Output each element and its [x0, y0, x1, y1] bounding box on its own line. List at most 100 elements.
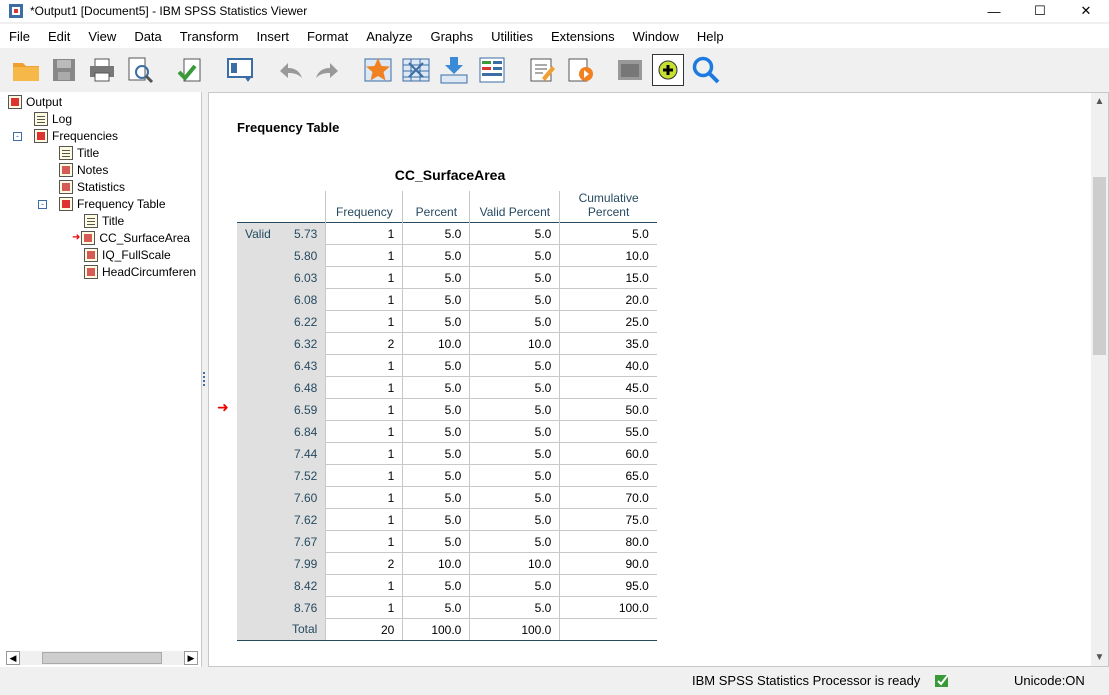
maximize-button[interactable]: ☐: [1017, 0, 1063, 22]
outline-item-iq-fullscale[interactable]: IQ_FullScale: [84, 246, 171, 263]
menu-graphs[interactable]: Graphs: [421, 29, 482, 44]
close-button[interactable]: ✕: [1063, 0, 1109, 22]
scroll-thumb[interactable]: [1093, 177, 1106, 355]
add-icon[interactable]: [652, 54, 684, 86]
table-cell: 5.0: [402, 398, 470, 421]
menu-help[interactable]: Help: [688, 29, 733, 44]
log-icon: [34, 111, 48, 126]
table-row: Valid 5.73 1 5.0 5.0 5.0: [237, 222, 657, 245]
current-item-arrow-icon: ➜: [217, 399, 229, 415]
title-icon: [59, 145, 73, 160]
outline-item-output[interactable]: Output: [8, 93, 62, 110]
table-cell: 5.0: [402, 420, 470, 443]
table-cell: 45.0: [559, 376, 657, 399]
table-cell: 35.0: [559, 332, 657, 355]
table-row: 8.42 1 5.0 5.0 95.0: [237, 574, 657, 597]
table-cell: 95.0: [559, 574, 657, 597]
content-vertical-scrollbar[interactable]: ▲ ▼: [1091, 93, 1108, 666]
table-cell: 15.0: [559, 266, 657, 289]
menu-extensions[interactable]: Extensions: [542, 29, 624, 44]
table-cell: 10.0: [402, 552, 470, 575]
section-heading[interactable]: Frequency Table: [237, 120, 339, 135]
outline-item-headcircumference[interactable]: HeadCircumferen: [84, 263, 196, 280]
collapse-icon[interactable]: -: [13, 132, 22, 141]
window-title: *Output1 [Document5] - IBM SPSS Statisti…: [30, 4, 308, 18]
export-icon[interactable]: [174, 54, 206, 86]
frequency-table[interactable]: Frequency Percent Valid Percent Cumulati…: [237, 191, 657, 641]
outline-item-title-2[interactable]: Title: [84, 212, 124, 229]
outline-item-notes[interactable]: Notes: [59, 161, 108, 178]
print-preview-icon[interactable]: [124, 54, 156, 86]
notes-icon: [59, 162, 73, 177]
table-cell: 5.0: [402, 530, 470, 553]
menu-utilities[interactable]: Utilities: [482, 29, 542, 44]
table-cell: 20: [325, 618, 403, 641]
open-folder-icon[interactable]: [10, 54, 42, 86]
table-cell: 10.0: [559, 244, 657, 267]
save-icon[interactable]: [48, 54, 80, 86]
scroll-thumb[interactable]: [42, 652, 162, 664]
table-cell: 5.0: [469, 442, 560, 465]
outline-item-cc-surfacearea[interactable]: ➜ CC_SurfaceArea: [72, 229, 190, 246]
scroll-right-icon[interactable]: ▶: [184, 651, 198, 665]
insert-cases-icon[interactable]: [438, 54, 470, 86]
table-cell: 100.0: [469, 618, 560, 641]
column-header: Frequency: [325, 191, 403, 223]
table-cell: 100.0: [402, 618, 470, 641]
row-label: 6.08: [284, 288, 326, 311]
run-script-icon[interactable]: [564, 54, 596, 86]
table-row: 7.67 1 5.0 5.0 80.0: [237, 530, 657, 553]
table-cell: 1: [325, 354, 403, 377]
table-row: 5.80 1 5.0 5.0 10.0: [237, 244, 657, 267]
redo-icon[interactable]: [312, 54, 344, 86]
table-cell: 5.0: [402, 508, 470, 531]
table-cell: 80.0: [559, 530, 657, 553]
goto-case-icon[interactable]: [362, 54, 394, 86]
menu-insert[interactable]: Insert: [248, 29, 299, 44]
table-cell: 5.0: [402, 442, 470, 465]
menu-transform[interactable]: Transform: [171, 29, 248, 44]
table-row: 6.32 2 10.0 10.0 35.0: [237, 332, 657, 355]
menu-bar: File Edit View Data Transform Insert For…: [0, 24, 1109, 48]
table-cell: 1: [325, 222, 403, 245]
collapse-icon[interactable]: -: [38, 200, 47, 209]
table-icon: [84, 264, 98, 279]
goto-data-icon[interactable]: [224, 54, 256, 86]
outline-item-statistics[interactable]: Statistics: [59, 178, 125, 195]
search-icon[interactable]: [690, 54, 722, 86]
undo-icon[interactable]: [274, 54, 306, 86]
table-cell: 5.0: [402, 222, 470, 245]
table-cell: 5.0: [469, 222, 560, 245]
print-icon[interactable]: [86, 54, 118, 86]
designate-window-icon[interactable]: [614, 54, 646, 86]
outline-item-log[interactable]: Log: [34, 110, 72, 127]
table-row: 7.60 1 5.0 5.0 70.0: [237, 486, 657, 509]
scroll-down-icon[interactable]: ▼: [1091, 649, 1108, 666]
menu-format[interactable]: Format: [298, 29, 357, 44]
outline-item-frequencies[interactable]: Frequencies: [34, 127, 118, 144]
table-cell: 1: [325, 530, 403, 553]
edit-icon[interactable]: [526, 54, 558, 86]
table-cell: 5.0: [469, 354, 560, 377]
outline-horizontal-scrollbar[interactable]: ◀ ▶: [6, 651, 198, 665]
menu-data[interactable]: Data: [125, 29, 170, 44]
outline-item-title[interactable]: Title: [59, 144, 99, 161]
scroll-left-icon[interactable]: ◀: [6, 651, 20, 665]
menu-file[interactable]: File: [0, 29, 39, 44]
menu-view[interactable]: View: [79, 29, 125, 44]
menu-window[interactable]: Window: [624, 29, 688, 44]
row-label: 6.59: [284, 398, 326, 421]
row-label: 6.43: [284, 354, 326, 377]
table-cell: 5.0: [469, 596, 560, 619]
row-label: 6.32: [284, 332, 326, 355]
table-cell: 1: [325, 376, 403, 399]
menu-edit[interactable]: Edit: [39, 29, 79, 44]
outline-item-frequency-table[interactable]: Frequency Table: [59, 195, 166, 212]
insert-variable-icon[interactable]: [476, 54, 508, 86]
content-pane: Frequency Table CC_SurfaceArea ➜ Frequen…: [208, 92, 1109, 667]
scroll-up-icon[interactable]: ▲: [1091, 93, 1108, 110]
goto-variable-icon[interactable]: [400, 54, 432, 86]
table-row: 7.99 2 10.0 10.0 90.0: [237, 552, 657, 575]
menu-analyze[interactable]: Analyze: [357, 29, 421, 44]
minimize-button[interactable]: —: [971, 0, 1017, 22]
